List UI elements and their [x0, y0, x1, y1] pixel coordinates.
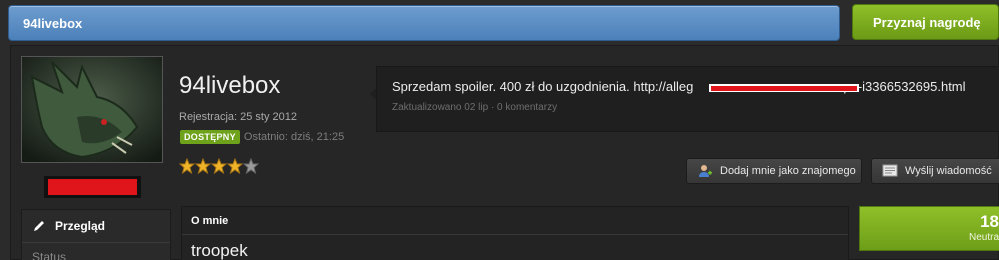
online-badge: DOSTĘPNY — [180, 130, 240, 144]
profile-title-bar: 94livebox — [8, 5, 840, 41]
send-message-button[interactable]: Wyślij wiadomość — [871, 158, 999, 184]
status-text-start: Sprzedam spoiler. 400 zł do uzgodnienia.… — [392, 79, 694, 94]
online-status-row: DOSTĘPNY Ostatnio: dziś, 21:25 — [180, 130, 344, 144]
avatar-dragon-image — [22, 57, 162, 162]
sidebar-item-label: Status — [32, 250, 67, 260]
send-message-label: Wyślij wiadomość — [905, 165, 992, 177]
registration-date: Rejestracja: 25 sty 2012 — [179, 111, 298, 123]
sidebar-item-status[interactable]: Status — [22, 243, 170, 260]
profile-sidebar: Przegląd Status — [21, 56, 171, 260]
profile-nav: Przegląd Status — [21, 209, 171, 260]
star-empty-icon[interactable] — [243, 158, 259, 174]
add-friend-button[interactable]: Dodaj mnie jako znajomego — [686, 158, 862, 184]
status-update: Sprzedam spoiler. 400 zł do uzgodnienia.… — [376, 66, 999, 132]
pencil-icon — [34, 221, 44, 231]
sidebar-item-label: Przegląd — [55, 219, 106, 233]
about-section: O mnie troopek — [181, 206, 849, 260]
reputation-label: Neutra — [968, 232, 999, 243]
last-seen: Ostatnio: dziś, 21:25 — [243, 131, 345, 143]
add-friend-label: Dodaj mnie jako znajomego — [720, 165, 856, 177]
add-user-icon — [699, 165, 712, 177]
about-text: troopek — [191, 241, 248, 260]
award-button[interactable]: Przyznaj nagrodę — [852, 4, 999, 40]
status-text: Sprzedam spoiler. 400 zł do uzgodnienia.… — [392, 79, 966, 94]
star-filled-icon[interactable] — [179, 158, 195, 174]
star-filled-icon[interactable] — [195, 158, 211, 174]
redacted-link — [709, 84, 859, 92]
profile-panel: Przegląd Status 94livebox Rejestracja: 2… — [10, 45, 999, 260]
reputation-value: 18 — [980, 212, 999, 231]
star-filled-icon[interactable] — [211, 158, 227, 174]
redacted-name — [44, 176, 141, 198]
reputation-box: 18 Neutra — [859, 206, 999, 251]
avatar[interactable] — [21, 56, 163, 163]
message-icon — [882, 164, 898, 177]
page-title: 94livebox — [23, 16, 83, 31]
rating-stars[interactable] — [179, 158, 259, 174]
status-text-end: pe-i3366532695.html — [843, 79, 966, 94]
star-filled-icon[interactable] — [227, 158, 243, 174]
profile-username: 94livebox — [179, 72, 281, 99]
sidebar-item-overview[interactable]: Przegląd — [22, 210, 170, 243]
about-heading: O mnie — [182, 207, 848, 235]
status-meta: Zaktualizowano 02 lip · 0 komentarzy — [392, 102, 558, 113]
